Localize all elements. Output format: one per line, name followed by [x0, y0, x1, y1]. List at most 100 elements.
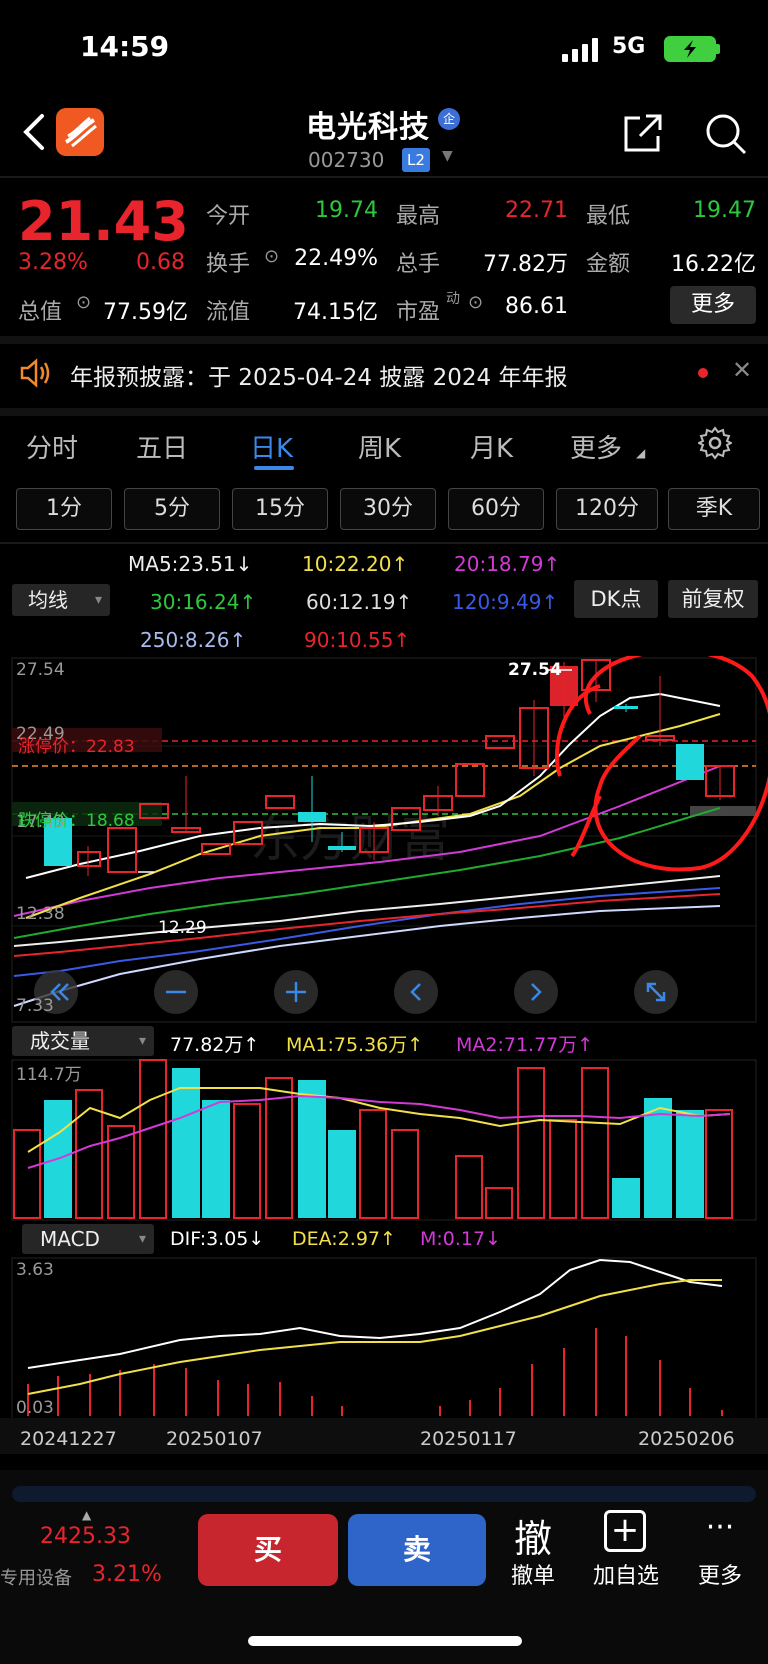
tab-daily-k[interactable]: 日K [250, 428, 293, 465]
search-button[interactable] [704, 112, 748, 156]
high-label: 最高 [396, 204, 441, 229]
turnover-label: 换手 [206, 252, 251, 277]
interval-120m-button[interactable]: 120分 [556, 488, 658, 530]
close-icon[interactable]: ✕ [732, 356, 752, 384]
stock-name[interactable]: 电光科技 [306, 102, 430, 146]
limit-up-label: 涨停价：22.83 [18, 737, 135, 757]
volume-y-top: 114.7万 [16, 1065, 82, 1085]
volume-dropdown[interactable]: 成交量 [12, 1026, 154, 1056]
sector-index-value[interactable]: 2425.33 [40, 1524, 131, 1549]
amount-label: 金额 [586, 252, 631, 277]
cancel-order-icon[interactable]: 撤 [498, 1508, 568, 1563]
home-indicator [248, 1636, 522, 1646]
speaker-icon [18, 358, 52, 394]
caret-up-icon[interactable]: ▲ [82, 1508, 91, 1522]
divider [0, 542, 768, 544]
add-watchlist-icon[interactable]: + [604, 1510, 646, 1552]
info-icon[interactable]: ⊙ [468, 292, 483, 313]
change-amount: 0.68 [136, 250, 185, 275]
kline-chart[interactable]: 东方财富 [0, 656, 768, 1026]
more-dots-icon[interactable]: ··· [690, 1510, 750, 1545]
signal-icon [562, 38, 598, 62]
more-quote-button[interactable]: 更多 [670, 286, 756, 324]
tab-weekly-k[interactable]: 周K [358, 428, 401, 465]
settings-button[interactable] [696, 426, 734, 460]
dk-point-button[interactable]: DK点 [574, 580, 658, 618]
ma250-value: 250:8.26↑ [140, 628, 247, 652]
ma5-value: MA5:23.51↓ [128, 552, 253, 576]
ma30-value: 30:16.24↑ [150, 590, 257, 614]
tab-monthly-k[interactable]: 月K [470, 428, 513, 465]
more-button[interactable]: 更多 [690, 1558, 750, 1590]
share-icon [624, 114, 662, 152]
info-icon[interactable]: ⊙ [264, 246, 279, 267]
drawer-handle[interactable] [12, 1486, 756, 1502]
float-value: 74.15亿 [293, 300, 378, 325]
mcap-label: 总值 [18, 300, 63, 325]
buy-button[interactable]: 买 [198, 1514, 338, 1586]
stock-code: 002730 [308, 148, 385, 172]
divider [0, 336, 768, 344]
tab-more[interactable]: 更多 [570, 428, 622, 465]
share-button[interactable] [620, 112, 664, 156]
l2-badge[interactable]: L2 [402, 148, 430, 172]
notice-text[interactable]: 年报预披露：于 2025-04-24 披露 2024 年年报 [70, 358, 567, 392]
cancel-order-button[interactable]: 撤单 [498, 1558, 568, 1590]
chevron-left-icon [23, 114, 44, 150]
interval-60m-button[interactable]: 60分 [448, 488, 544, 530]
macd-y-top: 3.63 [16, 1260, 54, 1280]
adjust-button[interactable]: 前复权 [668, 580, 758, 618]
low-label: 最低 [586, 204, 631, 229]
ma90-value: 90:10.55↑ [304, 628, 411, 652]
date-label: 20250107 [166, 1428, 263, 1450]
battery-icon [664, 36, 716, 62]
back-button[interactable] [20, 112, 48, 162]
enterprise-badge: 企 [438, 108, 460, 130]
interval-1m-button[interactable]: 1分 [16, 488, 112, 530]
volume-value: 77.82万↑ [170, 1034, 260, 1056]
last-price: 21.43 [18, 190, 189, 253]
low-value: 19.47 [693, 198, 756, 223]
interval-30m-button[interactable]: 30分 [340, 488, 436, 530]
interval-15m-button[interactable]: 15分 [232, 488, 328, 530]
info-icon[interactable]: ⊙ [76, 292, 91, 313]
gear-icon [696, 426, 734, 460]
macd-m: M:0.17↓ [420, 1228, 502, 1250]
amount-value: 16.22亿 [671, 252, 756, 277]
limit-down-label: 跌停价：18.68 [18, 811, 135, 831]
caret-down-icon[interactable]: ▼ [442, 148, 453, 164]
ma120-value: 120:9.49↑ [452, 590, 559, 614]
macd-dropdown[interactable]: MACD [22, 1224, 154, 1254]
caret-icon: ◢ [636, 446, 646, 460]
plus-icon: + [610, 1510, 640, 1550]
ma-dropdown[interactable]: 均线 [12, 584, 110, 616]
ma20-value: 20:18.79↑ [454, 552, 561, 576]
app-logo [56, 108, 104, 156]
volume-chart[interactable] [0, 1058, 768, 1224]
sector-pct[interactable]: 3.21% [92, 1562, 162, 1587]
interval-quarter-button[interactable]: 季K [668, 488, 760, 530]
tab-five-day[interactable]: 五日 [136, 428, 188, 465]
tab-underline [254, 466, 294, 470]
sector-name[interactable]: 专用设备 [0, 1564, 72, 1590]
status-time: 14:59 [80, 30, 170, 63]
add-watchlist-button[interactable]: 加自选 [586, 1558, 666, 1590]
low-annotation: 12.29 [158, 918, 207, 938]
macd-y-bottom: 0.03 [16, 1398, 54, 1418]
sell-button[interactable]: 卖 [348, 1514, 486, 1586]
tab-intraday[interactable]: 分时 [26, 428, 78, 465]
mcap-value: 77.59亿 [103, 300, 188, 325]
turnover-value: 22.49% [294, 246, 378, 271]
date-label: 20250117 [420, 1428, 517, 1450]
open-value: 19.74 [315, 198, 378, 223]
interval-5m-button[interactable]: 5分 [124, 488, 220, 530]
macd-chart[interactable] [0, 1256, 768, 1426]
chart-nav [34, 970, 678, 1014]
high-value: 22.71 [505, 198, 568, 223]
pe-label: 市盈 [396, 300, 441, 325]
candles [44, 659, 735, 876]
volume-label: 总手 [396, 252, 441, 277]
divider [0, 408, 768, 416]
macd-dea: DEA:2.97↑ [292, 1228, 396, 1250]
date-label: 20241227 [20, 1428, 117, 1450]
